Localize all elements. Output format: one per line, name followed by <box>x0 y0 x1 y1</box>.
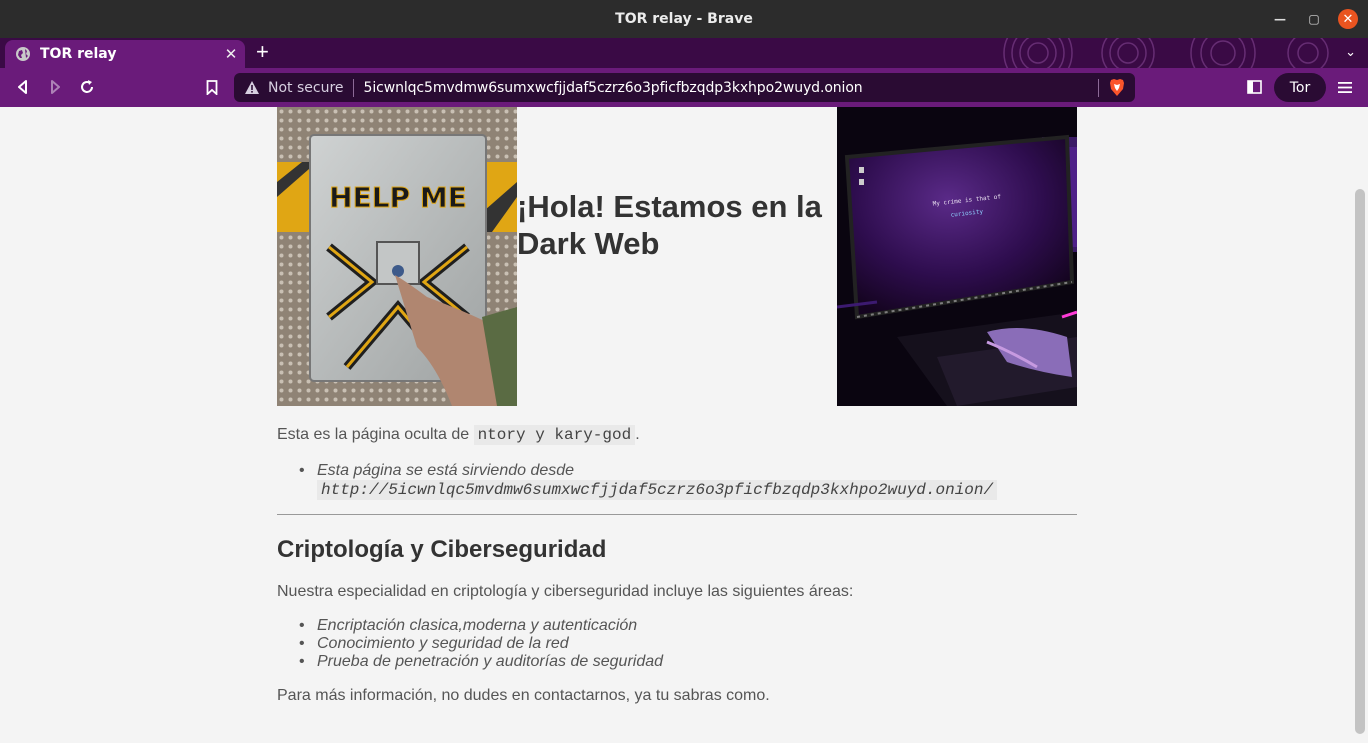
reload-icon <box>81 80 93 93</box>
tabstrip-decoration <box>1003 38 1329 68</box>
tor-button[interactable]: Tor <box>1274 73 1326 102</box>
sidebar-icon <box>1246 80 1262 94</box>
scrollbar-thumb[interactable] <box>1355 189 1365 734</box>
forward-button[interactable] <box>43 75 67 99</box>
close-tab-icon[interactable]: ✕ <box>221 45 241 63</box>
window-title: TOR relay - Brave <box>615 11 753 27</box>
list-item: Prueba de penetración y auditorías de se… <box>299 653 663 671</box>
monitor-image: My crime is that of curiosity <box>837 107 1077 406</box>
window-controls: — ▢ ✕ <box>1270 9 1358 29</box>
intro-suffix: . <box>635 426 640 443</box>
page-viewport: HELP ME ¡Hola! Estamos en la Dark Web My… <box>0 107 1368 743</box>
section-title: Criptología y Ciberseguridad <box>277 536 607 563</box>
scrollbar[interactable] <box>1352 107 1368 743</box>
warning-icon <box>245 80 259 94</box>
globe-icon <box>16 47 30 61</box>
security-status[interactable]: Not secure <box>268 80 344 96</box>
reload-button[interactable] <box>75 75 99 99</box>
close-window-button[interactable]: ✕ <box>1338 9 1358 29</box>
served-list-item: • Esta página se está sirviendo desde ht… <box>299 461 998 500</box>
section-description: Nuestra especialidad en criptología y ci… <box>277 583 854 600</box>
tab-list-chevron-icon[interactable]: ⌄ <box>1345 44 1356 60</box>
maximize-button[interactable]: ▢ <box>1304 9 1324 29</box>
served-text: Esta página se está sirviendo desde <box>317 462 575 479</box>
areas-list: Encriptación clasica,moderna y autentica… <box>299 617 663 671</box>
intro-paragraph: Esta es la página oculta de ntory y kary… <box>277 425 640 445</box>
page-content: HELP ME ¡Hola! Estamos en la Dark Web My… <box>277 107 1077 704</box>
authors-code: ntory y kary-god <box>473 425 636 445</box>
window-titlebar: TOR relay - Brave — ▢ ✕ <box>0 0 1368 38</box>
bullet: • <box>299 462 305 479</box>
svg-text:HELP ME: HELP ME <box>329 181 467 214</box>
menu-button[interactable] <box>1333 75 1357 99</box>
address-bar[interactable]: Not secure 5icwnlqc5mvdmw6sumxwcfjjdaf5c… <box>234 73 1135 102</box>
brave-shields-icon[interactable] <box>1108 78 1126 97</box>
url-divider <box>352 78 354 97</box>
browser-toolbar: Not secure 5icwnlqc5mvdmw6sumxwcfjjdaf5c… <box>0 68 1368 107</box>
bookmark-icon <box>206 79 218 95</box>
divider <box>277 514 1077 515</box>
tab-title: TOR relay <box>40 46 117 62</box>
shields-divider <box>1098 79 1099 97</box>
closing-paragraph: Para más información, no dudes en contac… <box>277 687 770 704</box>
hero-section: HELP ME ¡Hola! Estamos en la Dark Web My… <box>277 107 1077 406</box>
minimize-button[interactable]: — <box>1270 9 1290 29</box>
list-item: Conocimiento y seguridad de la red <box>299 635 663 653</box>
bookmark-button[interactable] <box>200 75 224 99</box>
list-item: Encriptación clasica,moderna y autentica… <box>299 617 663 635</box>
back-arrow-icon <box>18 80 27 94</box>
back-button[interactable] <box>11 75 35 99</box>
help-me-image: HELP ME <box>277 107 517 406</box>
served-url: http://5icwnlqc5mvdmw6sumxwcfjjdaf5czrz6… <box>317 480 998 500</box>
url-text[interactable]: 5icwnlqc5mvdmw6sumxwcfjjdaf5czrz6o3pficf… <box>364 80 863 96</box>
tab-tor-relay[interactable]: TOR relay ✕ <box>5 40 245 68</box>
hero-title: ¡Hola! Estamos en la Dark Web <box>517 189 822 261</box>
intro-prefix: Esta es la página oculta de <box>277 426 474 443</box>
sidebar-toggle-button[interactable] <box>1242 75 1266 99</box>
forward-arrow-icon <box>51 80 60 94</box>
new-tab-button[interactable]: + <box>256 41 269 63</box>
hamburger-menu-icon <box>1338 81 1352 93</box>
tab-strip: TOR relay ✕ + ⌄ <box>0 38 1368 68</box>
